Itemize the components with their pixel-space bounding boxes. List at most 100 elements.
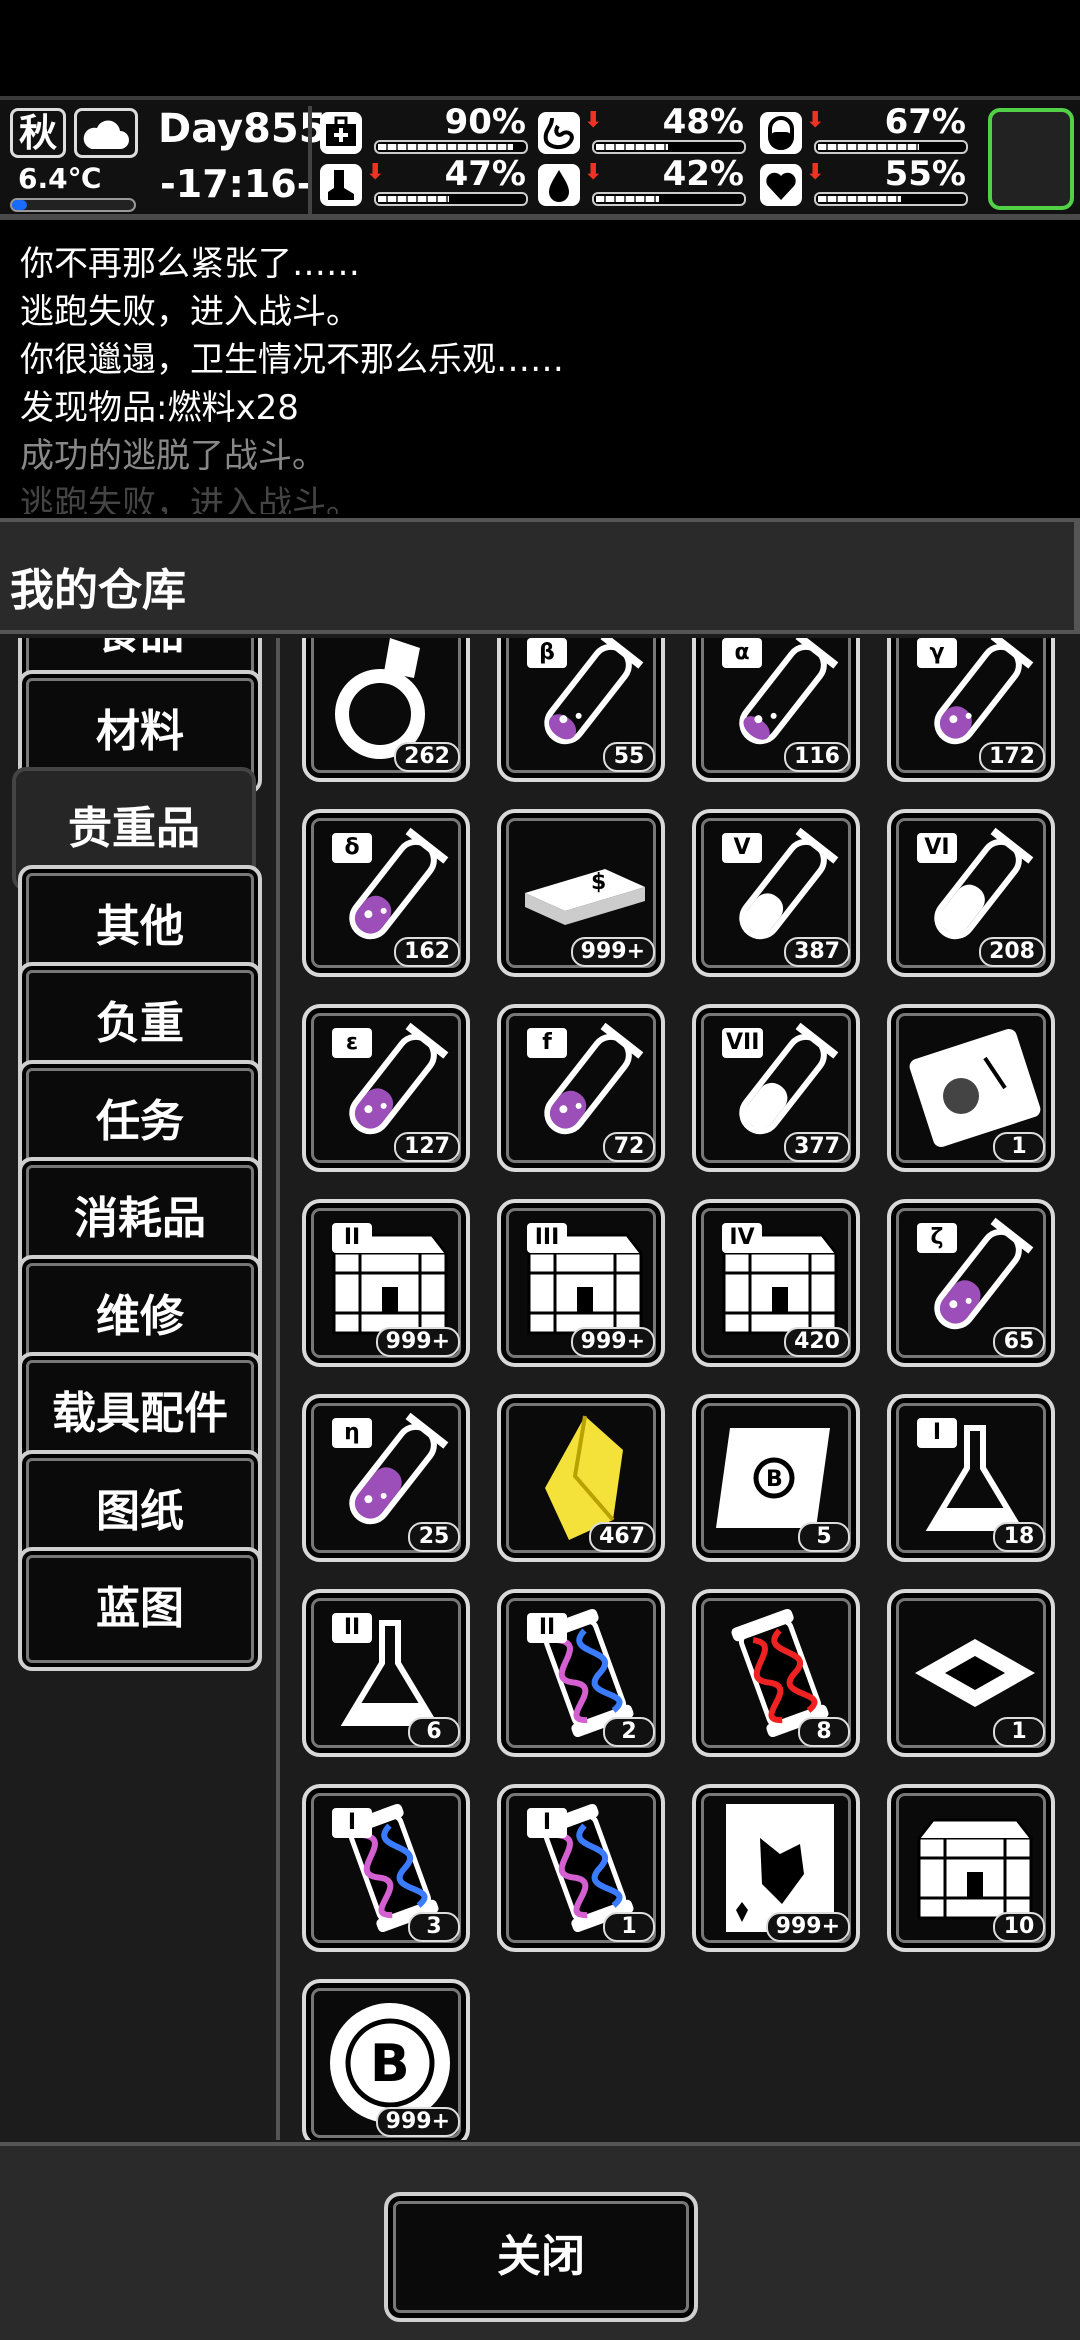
trend-down-icon: ⬇ [366, 160, 385, 185]
cloud-icon [83, 120, 129, 149]
item-slot[interactable]: I1 [497, 1784, 665, 1952]
weather-badge [74, 108, 138, 158]
item-tier-label: I [332, 1808, 372, 1838]
item-slot[interactable]: 262 [302, 638, 470, 782]
category-list[interactable]: 食品材料贵重品其他负重任务消耗品维修载具配件图纸蓝图 [0, 638, 280, 2140]
item-count: 5 [798, 1522, 850, 1552]
item-count: 127 [394, 1132, 460, 1162]
game-clock: -17:16- [160, 162, 313, 206]
stat-stomach: ⬇ 48% [538, 102, 748, 156]
stat-heart: ⬇ 55% [760, 154, 970, 208]
item-count: 116 [784, 742, 850, 772]
item-slot[interactable]: 999+ [692, 1784, 860, 1952]
log-line: 你不再那么紧张了…… [20, 244, 360, 284]
item-count: 6 [408, 1717, 460, 1747]
item-tier-label: ε [332, 1028, 372, 1058]
stat-bar [592, 192, 746, 206]
boot-icon [320, 164, 362, 206]
item-tier-label: f [527, 1028, 567, 1058]
item-slot[interactable]: δ 162 [302, 809, 470, 977]
item-slot[interactable]: I 18 [887, 1394, 1055, 1562]
trend-down-icon: ⬇ [806, 160, 825, 185]
stat-medkit: 90% [320, 102, 530, 156]
item-slot[interactable]: 10 [887, 1784, 1055, 1952]
item-count: 999+ [375, 1327, 460, 1357]
item-count: 377 [784, 1132, 850, 1162]
stat-value: 42% [662, 154, 744, 194]
stat-bar [374, 140, 528, 154]
item-tier-label: VII [722, 1028, 764, 1058]
svg-text:B: B [370, 2034, 410, 2094]
category-tab[interactable]: 蓝图 [18, 1547, 262, 1671]
item-slot[interactable]: V 387 [692, 809, 860, 977]
item-slot[interactable]: IV 420 [692, 1199, 860, 1367]
status-bar: 秋 6.4℃ Day855 -17:16- 90% ⬇ 48% ⬇ 67% ⬇ 47% ⬇ 42… [0, 96, 1080, 220]
event-log: 你不再那么紧张了…… 逃跑失败，进入战斗。 你很邋遢，卫生情况不那么乐观…… 发现物品… [0, 226, 1080, 514]
item-count: 1 [603, 1912, 655, 1942]
log-line: 你很邋遢，卫生情况不那么乐观…… [20, 340, 564, 380]
item-tier-label: γ [917, 638, 957, 668]
item-count: 1 [993, 1717, 1045, 1747]
item-slot[interactable]: γ 172 [887, 638, 1055, 782]
item-slot[interactable]: $999+ [497, 809, 665, 977]
item-grid[interactable]: 262 β 55 α 116 γ 172 δ 162 $999+ V 387 VI 208 ε 127 f 72 V… [284, 638, 1080, 2140]
item-slot[interactable]: II 2 [497, 1589, 665, 1757]
item-count: 3 [408, 1912, 460, 1942]
stat-value: 90% [444, 102, 526, 142]
stat-bar [814, 192, 968, 206]
item-slot[interactable]: III 999+ [497, 1199, 665, 1367]
item-count: 55 [603, 742, 655, 772]
item-slot[interactable]: I3 [302, 1784, 470, 1952]
item-count: 387 [784, 937, 850, 967]
item-count: 999+ [765, 1912, 850, 1942]
stat-capsule: ⬇ 67% [760, 102, 970, 156]
item-count: 262 [394, 742, 460, 772]
item-slot[interactable]: β 55 [497, 638, 665, 782]
heart-icon [760, 164, 802, 206]
log-line: 发现物品:燃料x28 [20, 388, 299, 428]
item-slot[interactable]: II 999+ [302, 1199, 470, 1367]
item-slot[interactable]: ε 127 [302, 1004, 470, 1172]
item-count: 10 [993, 1912, 1045, 1942]
item-slot[interactable]: II 6 [302, 1589, 470, 1757]
svg-text:$: $ [591, 870, 606, 895]
equipment-slot[interactable] [988, 108, 1074, 210]
item-tier-label: V [722, 833, 762, 863]
item-tier-label: δ [332, 833, 372, 863]
item-slot[interactable]: B5 [692, 1394, 860, 1562]
day-counter: Day855 [158, 106, 327, 152]
item-count: 72 [603, 1132, 655, 1162]
item-tier-label: η [332, 1418, 372, 1448]
item-slot[interactable]: VI 208 [887, 809, 1055, 977]
item-slot[interactable]: η 25 [302, 1394, 470, 1562]
item-count: 8 [798, 1717, 850, 1747]
item-slot[interactable]: 467 [497, 1394, 665, 1562]
item-tier-label: III [527, 1223, 567, 1253]
item-tier-label: I [917, 1418, 957, 1448]
item-slot[interactable]: 8 [692, 1589, 860, 1757]
stat-water-drop: ⬇ 42% [538, 154, 748, 208]
stat-value: 55% [884, 154, 966, 194]
item-count: 420 [784, 1327, 850, 1357]
item-count: 999+ [375, 2107, 460, 2137]
panel-footer: 关闭 [0, 2142, 1080, 2340]
item-tier-label: β [527, 638, 567, 668]
item-slot[interactable]: 1 [887, 1004, 1055, 1172]
item-slot[interactable]: VII 377 [692, 1004, 860, 1172]
medkit-icon [320, 112, 362, 154]
item-count: 467 [589, 1522, 655, 1552]
item-slot[interactable]: f 72 [497, 1004, 665, 1172]
item-slot[interactable]: α 116 [692, 638, 860, 782]
item-slot[interactable]: ζ 65 [887, 1199, 1055, 1367]
log-line: 成功的逃脱了战斗。 [20, 436, 326, 476]
item-slot[interactable]: 1 [887, 1589, 1055, 1757]
close-button[interactable]: 关闭 [384, 2192, 698, 2322]
item-count: 999+ [570, 937, 655, 967]
item-tier-label: II [332, 1223, 372, 1253]
item-slot[interactable]: B 999+ [302, 1979, 470, 2140]
item-tier-label: ζ [917, 1223, 957, 1253]
season-badge: 秋 [10, 108, 66, 158]
stat-bar [814, 140, 968, 154]
panel-title: 我的仓库 [10, 565, 186, 616]
stat-value: 48% [662, 102, 744, 142]
